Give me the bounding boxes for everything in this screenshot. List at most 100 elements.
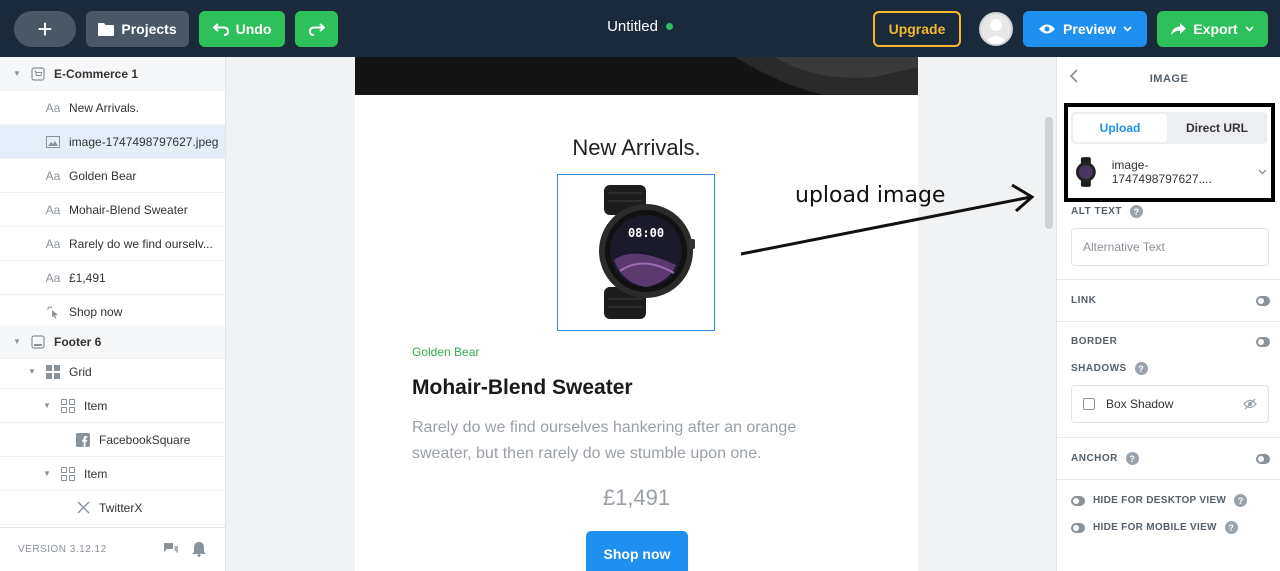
preview-button[interactable]: Preview — [1023, 11, 1147, 47]
layer-label: Item — [84, 466, 108, 481]
saved-status-dot — [665, 23, 673, 30]
layer-item[interactable]: ▼ Item — [0, 457, 225, 491]
undo-icon — [212, 23, 229, 36]
document-title[interactable]: Untitled — [560, 18, 720, 35]
chevron-down-icon — [1258, 169, 1267, 175]
version-footer: VERSION 3.12.12 — [0, 527, 225, 571]
add-button[interactable]: + — [14, 11, 76, 47]
caret-down-icon[interactable]: ▼ — [28, 367, 36, 376]
shadow-square-icon — [1083, 398, 1095, 410]
pointer-icon — [45, 304, 61, 320]
caret-down-icon[interactable]: ▼ — [43, 469, 51, 478]
hide-mobile-toggle[interactable] — [1071, 522, 1085, 533]
top-toolbar: + Projects Undo Untitled Upgrade Preview… — [0, 0, 1280, 57]
file-thumbnail — [1075, 157, 1096, 187]
layer-label: £1,491 — [69, 270, 106, 285]
border-label: BORDER — [1071, 336, 1117, 347]
layer-item[interactable]: ▼ Grid — [0, 355, 225, 389]
layer-item[interactable]: Aa Rarely do we find ourselv... — [0, 227, 225, 261]
editor-canvas[interactable]: New Arrivals. 08:00 Golden Bear Mohair-B… — [226, 57, 1056, 571]
eye-off-icon[interactable] — [1243, 398, 1257, 413]
text-icon: Aa — [45, 100, 61, 115]
layer-item[interactable]: Shop now — [0, 295, 225, 329]
source-tabs: Upload Direct URL — [1071, 112, 1267, 144]
footer-icon — [30, 334, 46, 350]
anchor-toggle[interactable] — [1256, 454, 1270, 464]
projects-button[interactable]: Projects — [86, 11, 189, 47]
tab-url-label: Direct URL — [1185, 121, 1248, 135]
redo-button[interactable] — [295, 11, 338, 47]
caret-down-icon[interactable]: ▼ — [13, 337, 21, 346]
shadows-label: SHADOWS ? — [1071, 362, 1148, 375]
help-icon[interactable]: ? — [1125, 452, 1139, 465]
alt-text-input[interactable]: Alternative Text — [1071, 228, 1269, 266]
divider — [1057, 279, 1280, 280]
link-toggle[interactable] — [1256, 296, 1270, 306]
add-label: + — [37, 13, 53, 44]
divider — [1057, 321, 1280, 322]
layer-label: E-Commerce 1 — [54, 66, 139, 81]
upgrade-button[interactable]: Upgrade — [873, 11, 961, 47]
layer-item[interactable]: Aa £1,491 — [0, 261, 225, 295]
caret-down-icon[interactable]: ▼ — [13, 69, 21, 78]
layer-label: Rarely do we find ourselv... — [69, 236, 213, 251]
layer-label: Footer 6 — [54, 334, 102, 349]
layer-item-selected[interactable]: image-1747498797627.jpeg — [0, 125, 225, 159]
text-icon: Aa — [45, 168, 61, 183]
box-shadow-select[interactable]: Box Shadow — [1071, 385, 1269, 423]
caret-down-icon[interactable]: ▼ — [43, 401, 51, 410]
alt-text-placeholder: Alternative Text — [1083, 240, 1165, 254]
document-title-text: Untitled — [607, 18, 658, 35]
chevron-down-icon — [1245, 26, 1254, 32]
layer-item[interactable]: FacebookSquare — [0, 423, 225, 457]
help-icon[interactable]: ? — [1130, 205, 1144, 218]
hide-desktop-toggle[interactable] — [1071, 495, 1085, 506]
layer-item[interactable]: Aa New Arrivals. — [0, 91, 225, 125]
share-arrow-icon — [1171, 22, 1187, 35]
hide-desktop-row: HIDE FOR DESKTOP VIEW ? — [1071, 494, 1248, 507]
layer-label: Grid — [69, 364, 92, 379]
tab-direct-url[interactable]: Direct URL — [1169, 114, 1265, 142]
alt-text-label-text: ALT TEXT — [1071, 206, 1123, 217]
layer-label: Golden Bear — [69, 168, 137, 183]
link-label: LINK — [1071, 295, 1096, 306]
export-button[interactable]: Export — [1157, 11, 1268, 47]
image-icon — [45, 134, 61, 150]
uploaded-file-select[interactable]: image-1747498797627.... — [1071, 154, 1267, 190]
divider — [1057, 479, 1280, 480]
layer-item[interactable]: Aa Golden Bear — [0, 159, 225, 193]
chat-icon[interactable] — [163, 541, 179, 560]
annotation-arrow — [740, 183, 1035, 256]
tab-upload[interactable]: Upload — [1073, 114, 1167, 142]
layers-panel: ▼ E-Commerce 1 Aa New Arrivals. image-17… — [0, 57, 226, 571]
chevron-down-icon — [1123, 26, 1132, 32]
undo-button[interactable]: Undo — [199, 11, 285, 47]
bell-icon[interactable] — [192, 541, 206, 560]
upgrade-label: Upgrade — [888, 21, 946, 37]
layer-item[interactable]: Aa Mohair-Blend Sweater — [0, 193, 225, 227]
help-icon[interactable]: ? — [1234, 494, 1248, 507]
inspector-title: IMAGE — [1149, 73, 1189, 85]
export-label: Export — [1193, 21, 1238, 37]
help-icon[interactable]: ? — [1134, 362, 1148, 375]
layer-item[interactable]: TwitterX — [0, 491, 225, 525]
help-icon[interactable]: ? — [1224, 521, 1238, 534]
shadows-label-text: SHADOWS — [1071, 363, 1127, 374]
anchor-label: ANCHOR ? — [1071, 452, 1139, 465]
layer-label: Mohair-Blend Sweater — [69, 202, 188, 217]
alt-text-label: ALT TEXT ? — [1071, 205, 1144, 218]
x-icon — [75, 500, 91, 516]
layer-item[interactable]: ▼ Item — [0, 389, 225, 423]
redo-icon — [308, 23, 325, 36]
border-toggle[interactable] — [1256, 337, 1270, 347]
hide-desktop-label: HIDE FOR DESKTOP VIEW — [1093, 495, 1227, 506]
box-shadow-label: Box Shadow — [1106, 397, 1174, 411]
avatar[interactable] — [979, 12, 1013, 46]
canvas-scrollbar[interactable] — [1045, 117, 1053, 229]
hide-mobile-label: HIDE FOR MOBILE VIEW — [1093, 522, 1217, 533]
layer-section-footer[interactable]: ▼ Footer 6 — [0, 325, 225, 359]
layer-label: Item — [84, 398, 108, 413]
layer-label: FacebookSquare — [99, 432, 191, 447]
tab-upload-label: Upload — [1099, 121, 1141, 135]
layer-section-ecommerce[interactable]: ▼ E-Commerce 1 — [0, 57, 225, 91]
